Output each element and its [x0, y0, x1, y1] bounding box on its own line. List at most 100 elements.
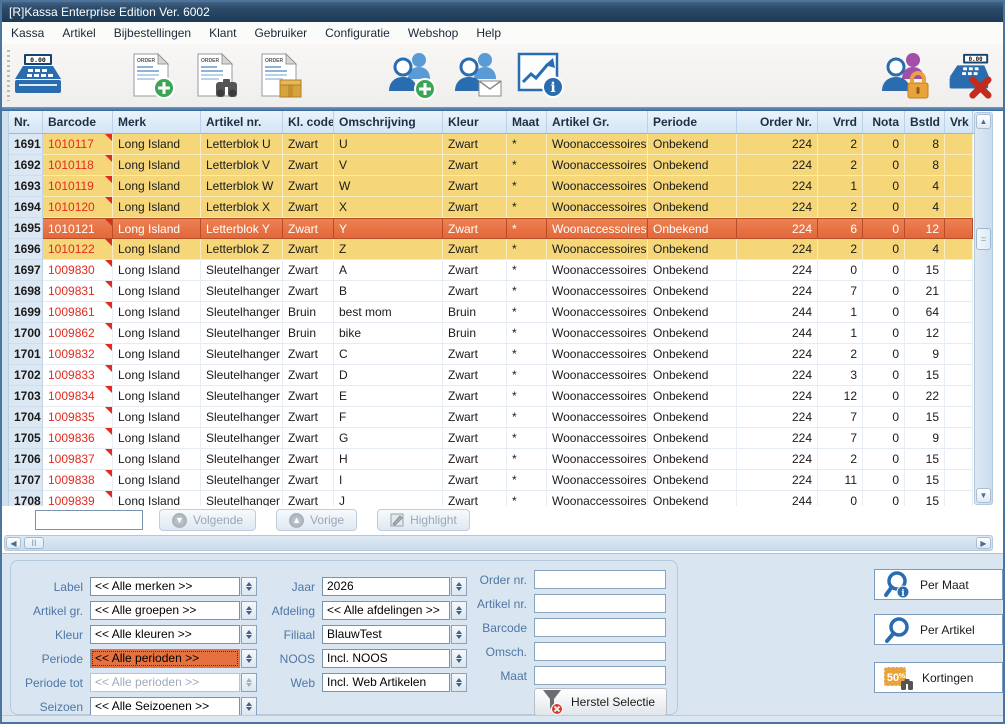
artikelnr-field[interactable]	[534, 594, 666, 613]
column-header-klcode[interactable]: Kl. code	[283, 111, 334, 133]
scroll-down-icon[interactable]: ▼	[976, 488, 991, 503]
reset-selection-button[interactable]: Herstel Selectie	[534, 688, 667, 716]
omsch-field[interactable]	[534, 642, 666, 661]
cell-nr: 1704	[9, 407, 43, 428]
table-row[interactable]: 17021009833Long IslandSleutelhanger DZwa…	[9, 365, 975, 386]
order-search-icon[interactable]: ORDER	[192, 52, 244, 100]
seizoen-filter-combo[interactable]: << Alle Seizoenen >>	[90, 697, 257, 716]
cell-vrk	[945, 407, 973, 428]
order-add-icon[interactable]: ORDER	[128, 52, 180, 100]
cell-nota: 0	[863, 260, 905, 281]
menu-bijbestellingen[interactable]: Bijbestellingen	[105, 22, 200, 44]
menu-webshop[interactable]: Webshop	[399, 22, 467, 44]
menu-artikel[interactable]: Artikel	[53, 22, 104, 44]
horizontal-scrollbar[interactable]: ◀ II ▶	[4, 535, 993, 551]
table-row[interactable]: 16971009830Long IslandSleutelhanger AZwa…	[9, 260, 975, 281]
barcode-field[interactable]	[534, 618, 666, 637]
statistics-info-icon[interactable]: i	[516, 52, 568, 100]
next-button[interactable]: ▼ Volgende	[159, 509, 256, 531]
table-row[interactable]: 17081009839Long IslandSleutelhanger JZwa…	[9, 491, 975, 506]
order-package-icon[interactable]: ORDER	[256, 52, 308, 100]
cell-artikelnr: Sleutelhanger E	[201, 386, 283, 407]
noos-filter-combo[interactable]: Incl. NOOS	[322, 649, 467, 668]
table-row[interactable]: 17071009838Long IslandSleutelhanger IZwa…	[9, 470, 975, 491]
table-row[interactable]: 16921010118Long IslandLetterblok VZwartV…	[9, 155, 975, 176]
customer-add-icon[interactable]	[386, 52, 438, 100]
spinner-icon[interactable]	[451, 601, 467, 620]
table-row[interactable]: 17061009837Long IslandSleutelhanger HZwa…	[9, 449, 975, 470]
table-row[interactable]: 16951010121Long IslandLetterblok YZwartY…	[9, 218, 975, 239]
vertical-scroll-thumb[interactable]: =	[976, 228, 991, 250]
jaar-filter-combo[interactable]: 2026	[322, 577, 467, 596]
spinner-icon[interactable]	[451, 649, 467, 668]
register-close-icon[interactable]: 0.00	[940, 52, 992, 100]
column-header-barcode[interactable]: Barcode	[43, 111, 113, 133]
spinner-icon[interactable]	[241, 697, 257, 716]
table-row[interactable]: 17041009835Long IslandSleutelhanger FZwa…	[9, 407, 975, 428]
table-row[interactable]: 16931010119Long IslandLetterblok WZwartW…	[9, 176, 975, 197]
column-header-nota[interactable]: Nota	[863, 111, 905, 133]
menu-configuratie[interactable]: Configuratie	[316, 22, 399, 44]
horizontal-scroll-thumb[interactable]: II	[24, 537, 44, 549]
table-row[interactable]: 17011009832Long IslandSleutelhanger CZwa…	[9, 344, 975, 365]
artikelgr-filter-combo[interactable]: << Alle groepen >>	[90, 601, 257, 620]
customer-mail-icon[interactable]	[452, 52, 504, 100]
highlight-button[interactable]: Highlight	[377, 509, 470, 531]
label-filter-combo[interactable]: << Alle merken >>	[90, 577, 257, 596]
spinner-icon[interactable]	[451, 577, 467, 596]
table-row[interactable]: 16911010117Long IslandLetterblok UZwartU…	[9, 134, 975, 155]
table-row[interactable]: 17001009862Long IslandSleutelhangerBruin…	[9, 323, 975, 344]
filiaal-filter-combo[interactable]: BlauwTest	[322, 625, 467, 644]
cell-artikelgr: Woonaccessoires	[547, 260, 648, 281]
column-header-artikelnr[interactable]: Artikel nr.	[201, 111, 283, 133]
previous-button[interactable]: ▲ Vorige	[276, 509, 357, 531]
scroll-up-icon[interactable]: ▲	[976, 114, 991, 129]
table-row[interactable]: 16991009861Long IslandSleutelhangerBruin…	[9, 302, 975, 323]
column-header-bstld[interactable]: Bstld	[905, 111, 945, 133]
maat-field[interactable]	[534, 666, 666, 685]
table-row[interactable]: 17051009836Long IslandSleutelhanger GZwa…	[9, 428, 975, 449]
column-header-ordernr[interactable]: Order Nr.	[737, 111, 818, 133]
menu-help[interactable]: Help	[467, 22, 510, 44]
cash-register-icon[interactable]: 0.00	[14, 52, 66, 100]
menu-kassa[interactable]: Kassa	[2, 22, 53, 44]
kortingen-button[interactable]: 50 % Kortingen	[874, 662, 1003, 693]
table-row[interactable]: 17031009834Long IslandSleutelhanger EZwa…	[9, 386, 975, 407]
vertical-scrollbar[interactable]: ▲ = ▼	[974, 112, 993, 505]
menu-gebruiker[interactable]: Gebruiker	[245, 22, 316, 44]
column-header-maat[interactable]: Maat	[507, 111, 547, 133]
periode-filter-combo[interactable]: << Alle perioden >>	[90, 649, 257, 668]
column-header-periode[interactable]: Periode	[648, 111, 737, 133]
column-header-vrk[interactable]: Vrk	[945, 111, 973, 133]
search-input[interactable]	[35, 510, 143, 530]
scroll-left-icon[interactable]: ◀	[6, 537, 21, 549]
table-row[interactable]: 16941010120Long IslandLetterblok XZwartX…	[9, 197, 975, 218]
spinner-icon[interactable]	[241, 601, 257, 620]
spinner-icon[interactable]	[241, 625, 257, 644]
column-header-vrrd[interactable]: Vrrd	[818, 111, 863, 133]
ordernr-field[interactable]	[534, 570, 666, 589]
column-header-kleur[interactable]: Kleur	[443, 111, 507, 133]
svg-text:0.00: 0.00	[30, 56, 46, 64]
cell-artikelgr: Woonaccessoires	[547, 407, 648, 428]
per-artikel-button[interactable]: Per Artikel	[874, 614, 1003, 645]
web-filter-combo[interactable]: Incl. Web Artikelen	[322, 673, 467, 692]
table-row[interactable]: 16961010122Long IslandLetterblok ZZwartZ…	[9, 239, 975, 260]
scroll-right-icon[interactable]: ▶	[976, 537, 991, 549]
spinner-icon[interactable]	[451, 625, 467, 644]
spinner-icon[interactable]	[241, 649, 257, 668]
column-header-omschrijving[interactable]: Omschrijving	[334, 111, 443, 133]
spinner-icon[interactable]	[451, 673, 467, 692]
per-maat-button[interactable]: i Per Maat	[874, 569, 1003, 600]
table-row[interactable]: 16981009831Long IslandSleutelhanger BZwa…	[9, 281, 975, 302]
spinner-icon[interactable]	[241, 577, 257, 596]
column-header-merk[interactable]: Merk	[113, 111, 201, 133]
column-header-nr[interactable]: Nr.	[9, 111, 43, 133]
kleur-filter-combo[interactable]: << Alle kleuren >>	[90, 625, 257, 644]
toolbar-grip[interactable]	[7, 50, 10, 101]
afdeling-filter-combo[interactable]: << Alle afdelingen >>	[322, 601, 467, 620]
column-header-artikelgr[interactable]: Artikel Gr.	[547, 111, 648, 133]
menu-klant[interactable]: Klant	[200, 22, 245, 44]
cell-kleur: Zwart	[443, 407, 507, 428]
user-lock-icon[interactable]	[880, 52, 932, 100]
